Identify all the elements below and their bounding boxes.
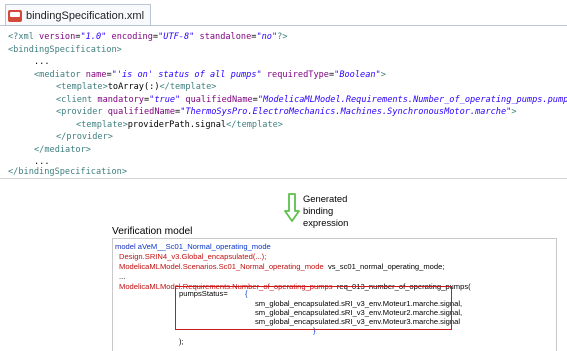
caption-line: binding [303,205,334,216]
xml-pi: <?xml [8,32,40,42]
code-line: ... [119,272,126,281]
xml-tag: <client [56,95,98,105]
instance-name: vs_sc01_normal_operating_mode; [323,262,445,271]
xml-pi: ?> [277,32,288,42]
xml-tag: > [380,70,386,80]
xml-file-icon [8,9,22,22]
xml-attr: requiredType [266,70,329,80]
code-line: model aVeM__Sc01_Normal_operating_mode [115,242,271,252]
verification-model-title: Verification model [112,226,193,237]
caption-line: Generated [303,193,348,204]
xml-text: providerPath.signal [127,120,227,130]
xml-value: "1.0" [80,32,107,42]
xml-value: "ThermoSysPro.ElectroMechanics.Machines.… [180,107,512,117]
model-name: aVeM__Sc01_Normal_operating_mode [135,242,271,251]
code-line: <bindingSpecification> [8,44,122,56]
code-line: <mediator name="'is on' status of all pu… [34,70,386,80]
code-line: </mediator> [34,144,91,156]
xml-value: "UTF-8" [158,32,195,42]
keyword: model [115,242,136,251]
verification-model-code[interactable]: model aVeM__Sc01_Normal_operating_mode D… [112,238,557,351]
xml-tag: </template> [159,82,217,92]
code-line: <?xml version="1.0" encoding="UTF-8" sta… [8,32,288,42]
xml-tag: </mediator> [34,145,91,155]
xml-tag: </provider> [56,132,113,142]
xml-value: "no" [256,32,278,42]
code-line: ... [34,56,50,68]
code-line: <client mandatory="true" qualifiedName="… [56,94,567,106]
xml-tag: <template> [76,120,128,130]
xml-tag: <template> [56,82,108,92]
xml-editor[interactable]: <?xml version="1.0" encoding="UTF-8" sta… [0,25,567,179]
xml-tag: </template> [226,120,283,130]
type-name: ModelicaMLModel.Scenarios.Sc01_Normal_op… [119,262,324,271]
xml-tag: </bindingSpecification> [8,167,127,177]
code-line: <provider qualifiedName="ThermoSysPro.El… [56,107,517,117]
code-line: </bindingSpecification> [8,166,127,178]
arrow-caption: Generated binding expression [303,193,348,229]
code-line: ModelicaMLModel.Scenarios.Sc01_Normal_op… [119,262,444,272]
xml-attr: standalone [199,32,252,42]
xml-attr: encoding [111,32,153,42]
binding-expression-highlight [175,286,452,330]
code-line: Design.SRIN4_v3.Global_encapsulated(...)… [119,252,267,261]
xml-value: "true" [149,95,181,105]
xml-attr: qualifiedName [185,95,253,105]
caption-line: expression [303,217,349,228]
code-line: ... [119,346,126,351]
xml-text: toArray(:) [107,82,160,92]
xml-tag: <mediator [34,70,86,80]
code-line: <template>toArray(:)</template> [56,81,216,93]
xml-value: "'is on' status of all pumps" [111,70,262,80]
xml-attr: qualifiedName [107,107,176,117]
down-arrow-icon [284,193,300,222]
code-line: </provider> [56,131,113,143]
xml-tag: <bindingSpecification> [8,45,122,55]
file-tab-label: bindingSpecification.xml [26,9,145,22]
xml-attr: version [39,32,76,42]
code-line: <template>providerPath.signal</template> [76,119,283,131]
xml-tag: <provider [56,107,108,117]
xml-value: "Boolean" [334,70,381,80]
xml-tag: > [511,107,517,117]
xml-attr: mandatory [97,95,144,105]
file-tab[interactable]: bindingSpecification.xml [5,4,152,26]
ellipsis: ... [34,57,50,67]
xml-value: "ModelicaMLModel.Requirements.Number_of_… [257,95,567,105]
xml-attr: name [85,70,107,80]
code-line: ); [179,337,184,346]
